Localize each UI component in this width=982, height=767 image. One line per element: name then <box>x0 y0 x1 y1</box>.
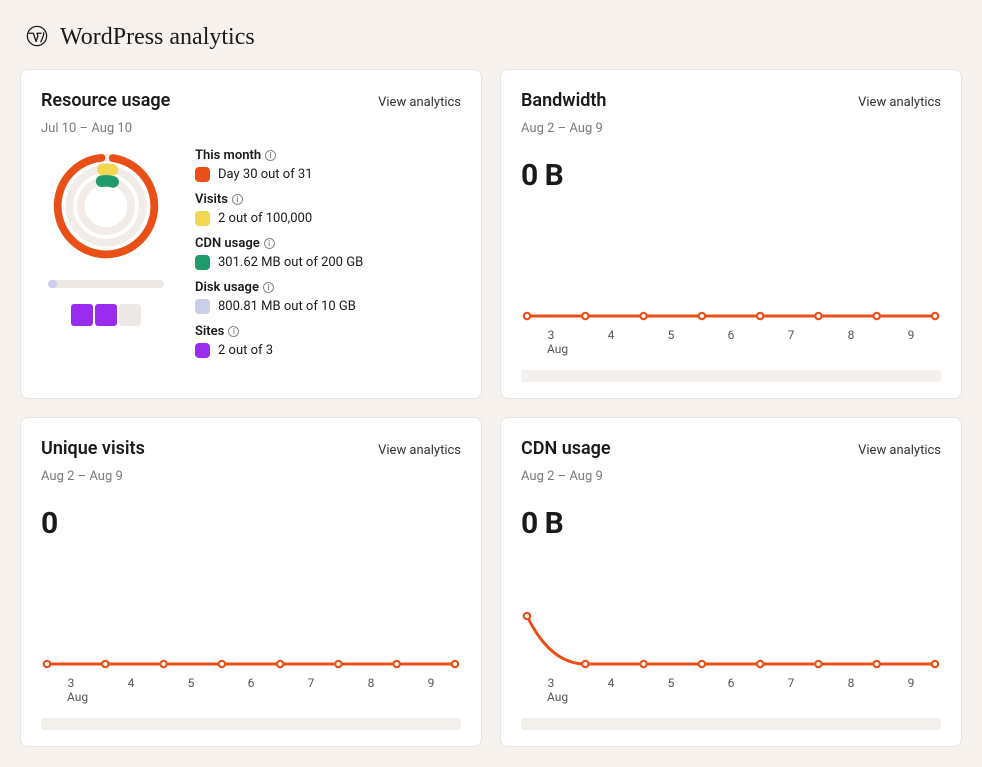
date-range: Aug 2 – Aug 9 <box>521 469 941 484</box>
metric-value: 0 B <box>521 158 941 193</box>
metric-value: 0 <box>41 506 461 541</box>
x-axis: 3 4 5 6 7 8 9 <box>41 676 461 690</box>
view-analytics-link[interactable]: View analytics <box>378 443 461 458</box>
visits-chart <box>41 610 461 670</box>
resource-usage-card: Resource usage View analytics Jul 10 – A… <box>20 69 482 399</box>
x-axis-month: Aug <box>521 342 941 356</box>
view-analytics-link[interactable]: View analytics <box>858 443 941 458</box>
legend-title: Visits <box>195 192 228 207</box>
chart-scrubber[interactable] <box>521 718 941 730</box>
x-axis: 3 4 5 6 7 8 9 <box>521 676 941 690</box>
legend-value: 800.81 MB out of 10 GB <box>218 299 356 314</box>
axis-tick: 7 <box>788 328 795 342</box>
view-analytics-link[interactable]: View analytics <box>858 95 941 110</box>
date-range: Jul 10 – Aug 10 <box>41 121 461 136</box>
swatch-yellow-icon <box>195 211 210 226</box>
legend-value: 2 out of 100,000 <box>218 211 312 226</box>
legend-value: 301.62 MB out of 200 GB <box>218 255 363 270</box>
card-title: Bandwidth <box>521 90 606 111</box>
axis-tick: 8 <box>848 676 855 690</box>
bandwidth-card: Bandwidth View analytics Aug 2 – Aug 9 0… <box>500 69 962 399</box>
legend-title: This month <box>195 148 261 163</box>
card-title: CDN usage <box>521 438 611 459</box>
info-icon[interactable]: i <box>265 150 276 161</box>
axis-tick: 6 <box>728 328 735 342</box>
axis-tick: 3 <box>68 676 75 690</box>
axis-tick: 6 <box>728 676 735 690</box>
date-range: Aug 2 – Aug 9 <box>521 121 941 136</box>
x-axis-month: Aug <box>521 690 941 704</box>
axis-tick: 5 <box>188 676 195 690</box>
cdn-chart <box>521 610 941 670</box>
axis-tick: 6 <box>248 676 255 690</box>
x-axis-month: Aug <box>41 690 461 704</box>
axis-tick: 4 <box>128 676 135 690</box>
axis-tick: 5 <box>668 676 675 690</box>
legend-title: Disk usage <box>195 280 259 295</box>
swatch-purple-icon <box>195 343 210 358</box>
axis-tick: 3 <box>548 676 555 690</box>
metric-value: 0 B <box>521 506 941 541</box>
info-icon[interactable]: i <box>263 282 274 293</box>
swatch-green-icon <box>195 255 210 270</box>
legend-value: Day 30 out of 31 <box>218 167 313 182</box>
info-icon[interactable]: i <box>228 326 239 337</box>
axis-tick: 8 <box>368 676 375 690</box>
view-analytics-link[interactable]: View analytics <box>378 95 461 110</box>
page-header: WordPress analytics <box>20 20 962 69</box>
axis-tick: 8 <box>848 328 855 342</box>
axis-tick: 7 <box>308 676 315 690</box>
info-icon[interactable]: i <box>232 194 243 205</box>
resource-donut-chart <box>48 148 164 264</box>
bandwidth-chart <box>521 262 941 322</box>
axis-tick: 4 <box>608 676 615 690</box>
axis-tick: 9 <box>908 328 915 342</box>
unique-visits-card: Unique visits View analytics Aug 2 – Aug… <box>20 417 482 747</box>
axis-tick: 9 <box>908 676 915 690</box>
legend-title: Sites <box>195 324 224 339</box>
chart-scrubber[interactable] <box>41 718 461 730</box>
legend-title: CDN usage <box>195 236 260 251</box>
swatch-orange-icon <box>195 167 210 182</box>
swatch-blue-icon <box>195 299 210 314</box>
axis-tick: 9 <box>428 676 435 690</box>
axis-tick: 5 <box>668 328 675 342</box>
date-range: Aug 2 – Aug 9 <box>41 469 461 484</box>
cdn-usage-card: CDN usage View analytics Aug 2 – Aug 9 0… <box>500 417 962 747</box>
axis-tick: 3 <box>548 328 555 342</box>
sites-boxes <box>71 304 141 326</box>
card-title: Unique visits <box>41 438 145 459</box>
legend-value: 2 out of 3 <box>218 343 273 358</box>
chart-scrubber[interactable] <box>521 370 941 382</box>
axis-tick: 7 <box>788 676 795 690</box>
resource-legend: This month i Day 30 out of 31 Visits i <box>195 148 363 358</box>
disk-usage-bar <box>48 280 164 288</box>
wordpress-logo-icon <box>26 25 48 51</box>
cards-grid: Resource usage View analytics Jul 10 – A… <box>20 69 962 747</box>
info-icon[interactable]: i <box>264 238 275 249</box>
x-axis: 3 4 5 6 7 8 9 <box>521 328 941 342</box>
card-title: Resource usage <box>41 90 170 111</box>
axis-tick: 4 <box>608 328 615 342</box>
page-title: WordPress analytics <box>60 24 255 51</box>
